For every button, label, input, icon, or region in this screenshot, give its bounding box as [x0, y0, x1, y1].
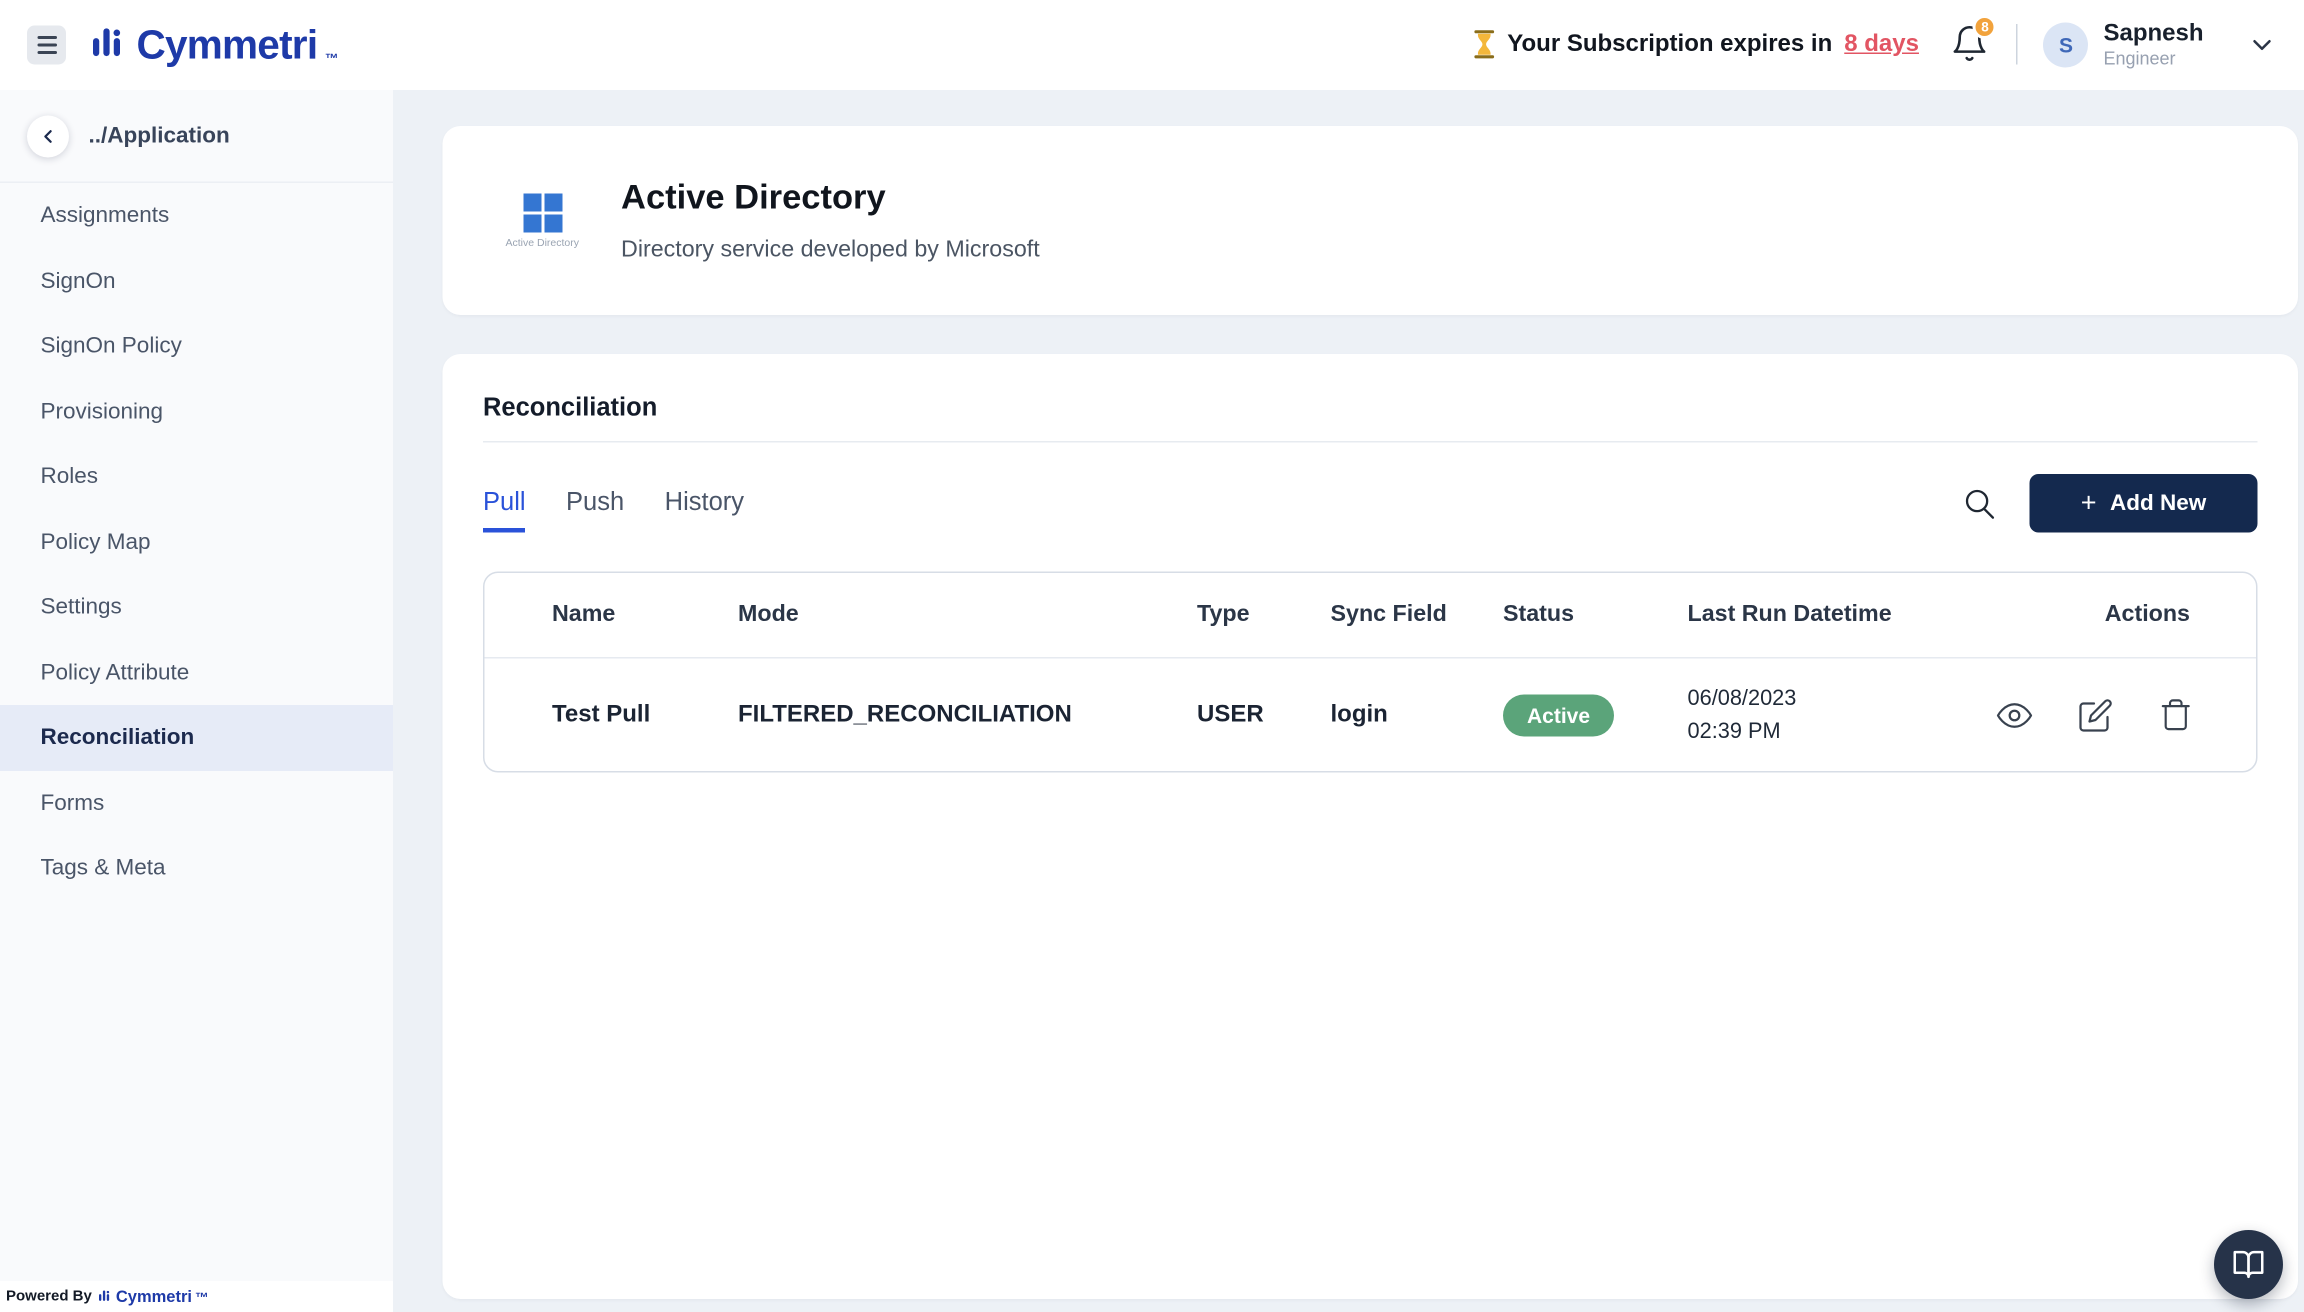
page-title: Active Directory	[621, 177, 1040, 218]
topbar-divider	[2016, 25, 2018, 66]
sidebar-item-signon-policy[interactable]: SignOn Policy	[0, 314, 393, 379]
hourglass-icon	[1473, 31, 1496, 60]
tab-history[interactable]: History	[665, 488, 744, 533]
tab-push[interactable]: Push	[566, 488, 624, 533]
logo-text: Cymmetri	[137, 24, 318, 66]
book-open-icon	[2232, 1248, 2265, 1281]
search-icon	[1962, 485, 1997, 520]
add-new-button[interactable]: + Add New	[2030, 473, 2258, 532]
chevron-left-icon	[38, 125, 59, 146]
col-header-type: Type	[1197, 602, 1331, 629]
reconciliation-table: Name Mode Type Sync Field Status Last Ru…	[483, 572, 2258, 773]
logo-caption: Active Directory	[506, 238, 580, 249]
avatar: S	[2043, 22, 2088, 67]
col-header-datetime: Last Run Datetime	[1688, 602, 1997, 629]
add-new-label: Add New	[2110, 490, 2206, 516]
col-header-sync: Sync Field	[1331, 602, 1504, 629]
powered-by-brand: Cymmetri™	[99, 1288, 208, 1306]
sidebar-item-assignments[interactable]: Assignments	[0, 183, 393, 248]
subscription-days-link[interactable]: 8 days	[1844, 31, 1919, 58]
search-button[interactable]	[1962, 485, 1997, 520]
topbar: Cymmetri ™ Your Subscription expires in …	[0, 0, 2304, 90]
subscription-text: Your Subscription expires in	[1507, 31, 1832, 58]
notification-badge: 8	[1973, 16, 1997, 40]
sidebar-item-policy-map[interactable]: Policy Map	[0, 509, 393, 574]
cell-type: USER	[1197, 701, 1331, 728]
status-badge: Active	[1503, 694, 1614, 736]
view-button[interactable]	[1997, 697, 2033, 733]
sidebar-item-provisioning[interactable]: Provisioning	[0, 379, 393, 444]
section-divider	[483, 441, 2258, 443]
cymmetri-mini-logo-icon	[99, 1289, 113, 1306]
section-title: Reconciliation	[483, 393, 2258, 423]
col-header-name: Name	[552, 602, 738, 629]
page-subtitle: Directory service developed by Microsoft	[621, 237, 1040, 264]
sidebar-item-policy-attribute[interactable]: Policy Attribute	[0, 640, 393, 705]
user-role: Engineer	[2103, 49, 2203, 71]
powered-by: Powered By Cymmetri™	[0, 1281, 393, 1312]
cell-last-run: 06/08/2023 02:39 PM	[1688, 682, 1997, 748]
notifications-button[interactable]: 8	[1950, 25, 1991, 66]
menu-button[interactable]	[27, 26, 66, 65]
plus-icon: +	[2081, 489, 2097, 516]
cell-mode: FILTERED_RECONCILIATION	[738, 701, 1197, 728]
cymmetri-logo[interactable]: Cymmetri ™	[93, 24, 338, 66]
sidebar-item-signon[interactable]: SignOn	[0, 248, 393, 313]
logo-trademark: ™	[325, 51, 339, 66]
back-button[interactable]	[27, 115, 69, 157]
hamburger-icon	[37, 36, 57, 54]
col-header-actions: Actions	[1997, 602, 2191, 629]
sidebar-item-forms[interactable]: Forms	[0, 770, 393, 835]
main-content: Active Directory Active Directory Direct…	[393, 90, 2304, 1312]
sidebar: ../Application Assignments SignOn SignOn…	[0, 90, 393, 1312]
row-actions	[1997, 697, 2194, 733]
edit-button[interactable]	[2078, 697, 2114, 733]
cymmetri-logo-icon	[93, 24, 129, 66]
breadcrumb: ../Application	[89, 123, 230, 149]
windows-icon	[523, 193, 562, 232]
sidebar-item-reconciliation[interactable]: Reconciliation	[0, 705, 393, 770]
sidebar-item-roles[interactable]: Roles	[0, 444, 393, 509]
user-name: Sapnesh	[2103, 20, 2203, 49]
screen: Cymmetri ™ Your Subscription expires in …	[0, 0, 2304, 1312]
table-row: Test Pull FILTERED_RECONCILIATION USER l…	[485, 659, 2257, 772]
col-header-mode: Mode	[738, 602, 1197, 629]
user-menu[interactable]: S Sapnesh Engineer	[2043, 20, 2203, 70]
trash-icon	[2159, 698, 2194, 733]
col-header-status: Status	[1503, 602, 1688, 629]
sidebar-item-tags-meta[interactable]: Tags & Meta	[0, 836, 393, 901]
subscription-notice: Your Subscription expires in 8 days	[1473, 31, 1919, 60]
table-header-row: Name Mode Type Sync Field Status Last Ru…	[485, 573, 2257, 659]
powered-by-label: Powered By	[6, 1289, 92, 1306]
reconciliation-card: Reconciliation Pull Push History	[443, 354, 2299, 1299]
delete-button[interactable]	[2159, 698, 2194, 733]
reconciliation-toolbar: Pull Push History + Add New	[483, 473, 2258, 533]
chevron-down-icon[interactable]	[2247, 30, 2277, 60]
eye-icon	[1997, 697, 2033, 733]
sidebar-menu: Assignments SignOn SignOn Policy Provisi…	[0, 183, 393, 901]
sidebar-item-settings[interactable]: Settings	[0, 575, 393, 640]
cell-name: Test Pull	[552, 701, 738, 728]
tab-pull[interactable]: Pull	[483, 488, 526, 533]
cell-sync-field: login	[1331, 701, 1504, 728]
app-header-card: Active Directory Active Directory Direct…	[443, 126, 2299, 315]
tab-bar: Pull Push History	[483, 473, 744, 533]
edit-icon	[2078, 697, 2114, 733]
active-directory-logo: Active Directory	[506, 193, 580, 249]
docs-fab-button[interactable]	[2214, 1230, 2283, 1299]
